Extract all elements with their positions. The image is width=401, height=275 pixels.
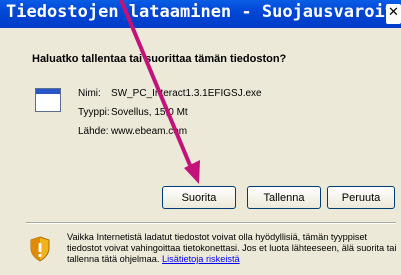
divider — [26, 222, 396, 224]
save-button[interactable]: Tallenna — [247, 186, 321, 209]
warning-message: Vaikka Internetistä ladatut tiedostot vo… — [67, 232, 397, 265]
file-name-value: SW_PC_Interact1.3.1EFIGSJ.exe — [111, 88, 262, 99]
file-type-value: Sovellus, 15,0 Mt — [111, 107, 188, 118]
source-value: www.ebeam.com — [111, 126, 188, 137]
close-button[interactable]: ✕ — [386, 4, 401, 24]
window-title: Tiedostojen lataaminen - Suojausvaroitus — [6, 2, 401, 22]
source-label: Lähde: — [78, 126, 109, 137]
title-bar: Tiedostojen lataaminen - Suojausvaroitus… — [0, 0, 401, 28]
security-shield-icon — [30, 236, 50, 262]
name-label: Nimi: — [78, 88, 101, 99]
download-security-dialog: Tiedostojen lataaminen - Suojausvaroitus… — [0, 0, 401, 275]
cancel-button[interactable]: Peruuta — [327, 186, 395, 209]
risk-info-link[interactable]: Lisätietoja riskeistä — [162, 254, 240, 264]
dialog-question: Haluatko tallentaa tai suorittaa tämän t… — [32, 53, 287, 65]
close-icon: ✕ — [388, 5, 399, 20]
run-button[interactable]: Suorita — [162, 186, 236, 209]
type-label: Tyyppi: — [78, 107, 110, 118]
file-window-icon — [35, 88, 61, 112]
